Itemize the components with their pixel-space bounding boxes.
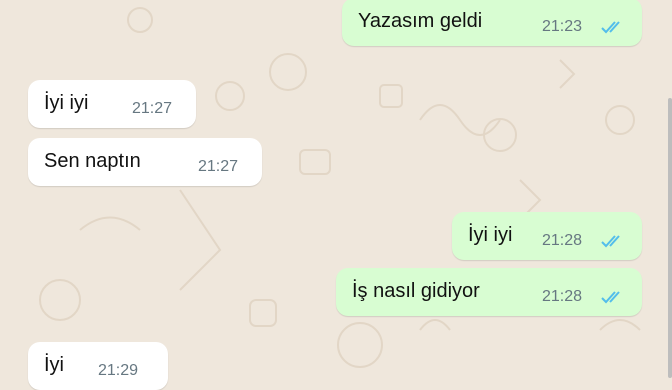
message-timestamp: 21:27 [132,100,173,117]
message-timestamp: 21:23 [542,18,583,35]
double-check-read-icon [601,291,620,304]
message-bubble-incoming[interactable]: İyi iyi 21:27 [28,80,196,128]
message-bubble-incoming[interactable]: Sen naptın 21:27 [28,138,262,186]
message-timestamp: 21:29 [98,362,139,379]
message-text: İyi iyi [468,224,513,246]
chat-wallpaper [39,7,641,368]
message-text: Yazasım geldi [358,10,483,32]
message-bubble-outgoing[interactable]: Yazasım geldi 21:23 [342,0,642,46]
message-timestamp: 21:27 [198,158,239,175]
message-timestamp: 21:28 [542,288,583,305]
message-bubble-incoming[interactable]: İyi 21:29 [28,342,168,390]
message-bubble-outgoing[interactable]: İş nasıl gidiyor 21:28 [336,268,642,316]
message-text: İyi [44,354,64,376]
scrollbar[interactable] [668,98,672,378]
double-check-read-icon [601,235,620,248]
message-timestamp: 21:28 [542,232,583,249]
message-bubble-outgoing[interactable]: İyi iyi 21:28 [452,212,642,260]
double-check-read-icon [601,21,620,34]
message-text: İyi iyi [44,92,89,114]
message-text: İş nasıl gidiyor [352,280,480,302]
message-text: Sen naptın [44,150,141,172]
